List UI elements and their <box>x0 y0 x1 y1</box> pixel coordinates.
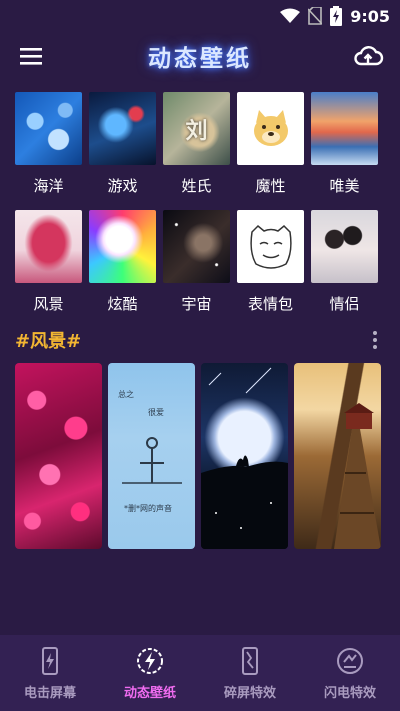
category-label: 海洋 <box>33 177 64 195</box>
category-thumbnail <box>237 92 304 165</box>
wallpaper-text: 很爱 <box>148 408 164 417</box>
nav-label: 动态壁纸 <box>123 685 176 701</box>
category-label: 唯美 <box>329 177 360 195</box>
category-ocean[interactable]: 海洋 <box>15 92 82 196</box>
nav-label: 闪电特效 <box>323 685 376 701</box>
wallpaper-card[interactable]: 总之 很爱 *删*网的声音 <box>108 363 195 549</box>
surname-tile-character: 刘 <box>185 117 208 144</box>
pier-scene-illustration <box>334 403 381 549</box>
category-thumbnail <box>89 92 156 165</box>
nav-item-shock-screen[interactable]: 电击屏幕 <box>0 646 100 701</box>
category-surname[interactable]: 刘 姓氏 <box>163 92 230 196</box>
category-game[interactable]: 游戏 <box>89 92 156 196</box>
wallpaper-list: 总之 很爱 *删*网的声音 <box>15 363 385 549</box>
category-thumbnail <box>311 210 378 283</box>
nav-item-lightning-effect[interactable]: 闪电特效 <box>300 646 400 701</box>
moon-scene-illustration <box>201 367 288 549</box>
more-options-button[interactable] <box>365 328 385 352</box>
category-meme[interactable]: 表情包 <box>237 210 304 314</box>
hamburger-menu-icon <box>20 48 42 65</box>
section-title: #风景# <box>15 331 82 352</box>
broken-phone-icon <box>242 646 258 675</box>
category-label: 游戏 <box>107 177 138 195</box>
clock-time: 9:05 <box>350 6 390 26</box>
nav-item-live-wallpaper[interactable]: 动态壁纸 <box>100 646 200 701</box>
nav-label: 碎屏特效 <box>223 685 276 701</box>
category-thumbnail <box>311 92 378 165</box>
category-cool[interactable]: 炫酷 <box>89 210 156 314</box>
category-thumbnail <box>15 210 82 283</box>
page-title: 动态壁纸 <box>148 46 252 72</box>
category-thumbnail <box>89 210 156 283</box>
wallpaper-card[interactable] <box>201 363 288 549</box>
wallpaper-text: *删*网的声音 <box>124 504 172 513</box>
battery-charging-icon <box>330 6 343 26</box>
lightning-badge-icon <box>337 647 363 674</box>
category-label: 情侣 <box>329 295 360 313</box>
category-label: 炫酷 <box>107 295 138 313</box>
category-label: 表情包 <box>247 295 293 313</box>
category-label: 姓氏 <box>181 177 212 195</box>
category-label: 宇宙 <box>181 295 212 313</box>
category-thumbnail: 刘 <box>163 92 230 165</box>
category-label: 魔性 <box>255 177 286 195</box>
app-header: 动态壁纸 <box>0 32 400 80</box>
cloud-upload-icon <box>354 46 384 66</box>
category-label: 风景 <box>33 295 64 313</box>
status-bar: 9:05 <box>0 0 400 32</box>
category-scenery[interactable]: 风景 <box>15 210 82 314</box>
phone-lightning-icon <box>42 646 58 675</box>
wifi-icon <box>280 8 301 24</box>
wallpaper-card[interactable] <box>294 363 381 549</box>
no-sim-icon <box>308 7 323 25</box>
bottom-navigation: 电击屏幕 动态壁纸 碎屏特效 闪电特效 <box>0 635 400 711</box>
section-header: #风景# <box>15 326 385 354</box>
nav-label: 电击屏幕 <box>23 685 76 701</box>
upload-button[interactable] <box>352 40 384 72</box>
streetlight-illustration <box>122 437 182 484</box>
nav-item-broken-screen[interactable]: 碎屏特效 <box>200 646 300 701</box>
category-thumbnail <box>237 210 304 283</box>
meme-face-icon <box>249 224 292 269</box>
category-universe[interactable]: 宇宙 <box>163 210 230 314</box>
category-grid: 海洋 游戏 刘 姓氏 魔性 唯美 风景 炫酷 宇宙 表情包 情侣 <box>15 92 385 314</box>
lightning-circle-icon <box>137 647 163 674</box>
category-aesthetic[interactable]: 唯美 <box>311 92 378 196</box>
category-couple[interactable]: 情侣 <box>311 210 378 314</box>
category-thumbnail <box>15 92 82 165</box>
doge-face-icon <box>253 109 288 146</box>
wallpaper-text: 总之 <box>118 390 134 399</box>
category-thumbnail <box>163 210 230 283</box>
category-quirky[interactable]: 魔性 <box>237 92 304 196</box>
vertical-dots-icon <box>373 331 377 349</box>
menu-button[interactable] <box>18 44 46 68</box>
wallpaper-card[interactable] <box>15 363 102 549</box>
